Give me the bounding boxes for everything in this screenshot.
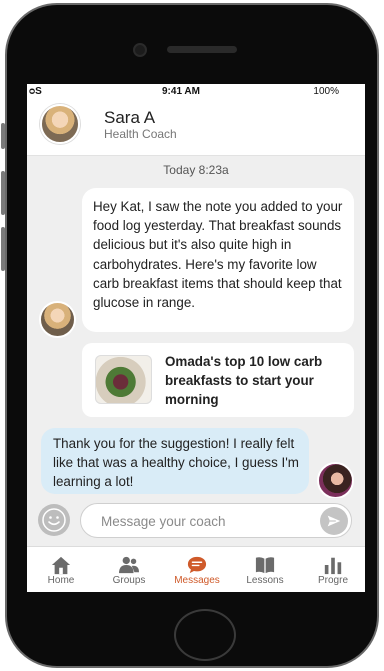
- tab-progress[interactable]: Progre: [299, 547, 365, 592]
- tab-lessons-label: Lessons: [246, 575, 284, 586]
- coach-role: Health Coach: [104, 127, 177, 141]
- bar-chart-icon: [324, 557, 342, 575]
- article-link-card[interactable]: Omada's top 10 low carb breakfasts to st…: [82, 343, 354, 417]
- send-icon: [327, 515, 341, 527]
- message-input-wrapper: [80, 503, 352, 538]
- send-button[interactable]: [320, 507, 348, 535]
- front-camera: [133, 43, 147, 57]
- coach-avatar[interactable]: [40, 104, 80, 144]
- status-bar: ᴑS 9:41 AM 100%: [27, 84, 365, 100]
- message-input[interactable]: [99, 511, 299, 531]
- emoji-button[interactable]: [38, 504, 70, 536]
- battery-level: 100%: [313, 86, 339, 97]
- bottom-tab-bar: Home Groups Messages Lessons Progre: [27, 546, 365, 592]
- home-button[interactable]: [174, 609, 236, 661]
- coach-message-avatar: [39, 301, 76, 338]
- home-icon: [51, 556, 71, 575]
- user-message-bubble: Thank you for the suggestion! I really f…: [41, 428, 309, 494]
- tab-home[interactable]: Home: [27, 547, 95, 592]
- chat-screen: ᴑS 9:41 AM 100% Sara A Health Coach Toda…: [27, 84, 365, 592]
- chat-header: Sara A Health Coach: [27, 100, 365, 156]
- earpiece-speaker: [167, 46, 237, 53]
- signal-indicator: ᴑS: [29, 86, 42, 97]
- coach-message-bubble: Hey Kat, I saw the note you added to you…: [82, 188, 354, 332]
- smiley-icon: [42, 508, 66, 532]
- article-link-title[interactable]: Omada's top 10 low carb breakfasts to st…: [165, 352, 349, 410]
- volume-up-button: [1, 171, 5, 215]
- book-icon: [255, 557, 275, 574]
- volume-down-button: [1, 227, 5, 271]
- tab-home-label: Home: [47, 575, 75, 586]
- message-composer: [27, 498, 365, 546]
- tab-groups[interactable]: Groups: [95, 547, 163, 592]
- groups-icon: [119, 556, 139, 574]
- status-time: 9:41 AM: [162, 86, 200, 97]
- coach-name: Sara A: [104, 108, 156, 127]
- tab-groups-label: Groups: [112, 575, 146, 586]
- messages-icon: [187, 556, 207, 574]
- article-thumbnail: [95, 355, 152, 404]
- message-timestamp: Today 8:23a: [163, 163, 229, 177]
- tab-progress-label: Progre: [317, 575, 348, 586]
- tab-messages[interactable]: Messages: [163, 547, 231, 592]
- tab-lessons[interactable]: Lessons: [231, 547, 299, 592]
- user-avatar: [317, 462, 354, 499]
- mute-switch: [1, 123, 5, 149]
- tab-messages-label: Messages: [174, 575, 220, 586]
